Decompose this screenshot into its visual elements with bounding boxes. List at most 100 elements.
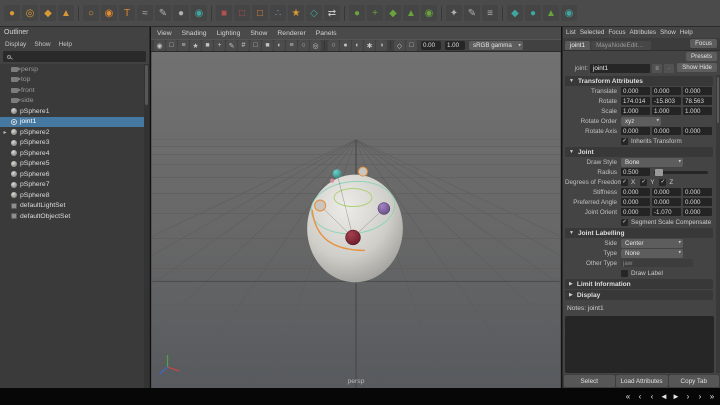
copy-tab-button[interactable]: Copy Tab bbox=[669, 375, 720, 387]
outliner-item-psphere3[interactable]: pSphere3 bbox=[0, 138, 144, 149]
value-field[interactable]: 1.000 bbox=[683, 107, 712, 115]
value-field[interactable]: 0.000 bbox=[621, 208, 650, 216]
grid-toggle-icon[interactable]: # bbox=[238, 40, 249, 51]
red-cage-icon[interactable]: □ bbox=[234, 5, 250, 21]
outliner-item-psphere7[interactable]: pSphere7 bbox=[0, 180, 144, 191]
outliner-item-psphere2[interactable]: ▸pSphere2 bbox=[0, 127, 144, 138]
scrollbar-thumb[interactable] bbox=[145, 65, 148, 105]
outliner-item-psphere8[interactable]: pSphere8 bbox=[0, 190, 144, 201]
load-attributes-button[interactable]: Load Attributes bbox=[616, 375, 668, 387]
checkbox-axis-y[interactable]: ✓ bbox=[640, 179, 647, 186]
green-walk-icon[interactable]: ▲ bbox=[543, 5, 559, 21]
value-field[interactable]: 0.000 bbox=[652, 188, 681, 196]
expander-icon[interactable]: ▸ bbox=[2, 129, 8, 136]
checkbox-inherits-transform[interactable]: ✓ bbox=[621, 138, 628, 145]
go-to-end-button[interactable]: » bbox=[707, 391, 717, 403]
camera-select-icon[interactable]: ◉ bbox=[154, 40, 165, 51]
viewport-menu-renderer[interactable]: Renderer bbox=[277, 30, 305, 37]
checkbox-axis-z[interactable]: ✓ bbox=[659, 179, 666, 186]
value-field[interactable]: 0.000 bbox=[683, 188, 712, 196]
bookmarks-icon[interactable]: ★ bbox=[190, 40, 201, 51]
teal-sphere-icon[interactable]: ◉ bbox=[191, 5, 207, 21]
ae-menu-help[interactable]: Help bbox=[680, 29, 693, 36]
green-constraint-icon[interactable]: ◉ bbox=[421, 5, 437, 21]
step-forward-key-button[interactable]: › bbox=[695, 391, 705, 403]
outliner-search-field[interactable] bbox=[3, 51, 146, 62]
right-eye-sphere[interactable] bbox=[378, 203, 390, 215]
grease-pencil-icon[interactable]: ✎ bbox=[226, 40, 237, 51]
node-menu-icon[interactable]: ≡ bbox=[652, 64, 662, 73]
node-name-field[interactable]: joint1 bbox=[590, 64, 650, 73]
checkbox-axis-x[interactable]: ✓ bbox=[621, 179, 628, 186]
ruler-tool-icon[interactable]: ≡ bbox=[482, 5, 498, 21]
viewport-menu-show[interactable]: Show bbox=[250, 30, 267, 37]
view-transform-select[interactable]: sRGB gamma▾ bbox=[469, 41, 523, 50]
ae-scrollbar[interactable] bbox=[716, 75, 720, 373]
lighting-mode-icon[interactable]: ✱ bbox=[364, 40, 375, 51]
value-field[interactable]: 0.000 bbox=[621, 198, 650, 206]
gold-star-icon[interactable]: ★ bbox=[288, 5, 304, 21]
gray-sphere-icon[interactable]: ● bbox=[173, 5, 189, 21]
orange-cage-icon[interactable]: □ bbox=[252, 5, 268, 21]
draw-style-dropdown[interactable]: Bone▾ bbox=[621, 158, 683, 167]
teal-rig-icon[interactable]: ◆ bbox=[507, 5, 523, 21]
step-back-key-button[interactable]: ‹ bbox=[635, 391, 645, 403]
curve-tool-icon[interactable]: ≈ bbox=[137, 5, 153, 21]
top-left-blob[interactable] bbox=[333, 169, 342, 178]
outliner-item-persp[interactable]: persp bbox=[0, 64, 144, 75]
radius-slider[interactable] bbox=[654, 171, 708, 174]
isolate-select-icon[interactable]: □ bbox=[406, 40, 417, 51]
value-field[interactable]: 0.000 bbox=[683, 198, 712, 206]
outliner-item-front[interactable]: front bbox=[0, 85, 144, 96]
safe-action-icon[interactable]: ○ bbox=[298, 40, 309, 51]
value-field[interactable]: 0.500 bbox=[621, 168, 650, 176]
green-ik-handle-icon[interactable]: ◆ bbox=[385, 5, 401, 21]
textured-mode-icon[interactable]: ◐ bbox=[352, 40, 363, 51]
value-field[interactable]: -1.070 bbox=[652, 208, 681, 216]
outliner-menu-show[interactable]: Show bbox=[34, 41, 50, 48]
value-field[interactable]: 0.000 bbox=[621, 87, 650, 95]
value-field[interactable]: 1.000 bbox=[652, 107, 681, 115]
wireframe-mode-icon[interactable]: ○ bbox=[328, 40, 339, 51]
safe-title-icon[interactable]: ◎ bbox=[310, 40, 321, 51]
node-pin-icon[interactable]: · bbox=[664, 64, 674, 73]
ae-menu-list[interactable]: List bbox=[566, 29, 576, 36]
shadows-icon[interactable]: ◑ bbox=[376, 40, 387, 51]
outliner-menu-display[interactable]: Display bbox=[5, 41, 26, 48]
outliner-item-psphere1[interactable]: pSphere1 bbox=[0, 106, 144, 117]
ae-menu-focus[interactable]: Focus bbox=[608, 29, 625, 36]
play-backwards-button[interactable]: ◄ bbox=[659, 391, 669, 403]
scrollbar-thumb[interactable] bbox=[717, 77, 719, 123]
green-character-icon[interactable]: ● bbox=[349, 5, 365, 21]
value-field[interactable]: 0.000 bbox=[652, 198, 681, 206]
teal-character-icon[interactable]: ● bbox=[525, 5, 541, 21]
section-limit-information[interactable]: ▶Limit Information bbox=[565, 279, 713, 289]
nurbs-torus-icon[interactable]: ◎ bbox=[22, 5, 38, 21]
select-button[interactable]: Select bbox=[564, 375, 615, 387]
side-dropdown[interactable]: Center▾ bbox=[621, 239, 683, 248]
ae-menu-show[interactable]: Show bbox=[660, 29, 676, 36]
outliner-item-side[interactable]: side bbox=[0, 96, 144, 107]
value-field[interactable]: 0.000 bbox=[652, 127, 681, 135]
section-display[interactable]: ▶Display bbox=[565, 290, 713, 300]
slider-handle[interactable] bbox=[655, 169, 663, 176]
image-plane-icon[interactable]: ■ bbox=[202, 40, 213, 51]
transfer-arrows-icon[interactable]: ⇄ bbox=[324, 5, 340, 21]
wrench-tool-icon[interactable]: ✦ bbox=[446, 5, 462, 21]
green-joint-icon[interactable]: + bbox=[367, 5, 383, 21]
outliner-item-defaultobjectset[interactable]: defaultObjectSet bbox=[0, 211, 144, 222]
teal-hand-icon[interactable]: ◉ bbox=[561, 5, 577, 21]
show-hide-button[interactable]: Show Hide bbox=[677, 63, 717, 72]
center-joint-sphere[interactable] bbox=[346, 230, 361, 245]
top-right-blob[interactable] bbox=[358, 167, 367, 176]
gamma-field[interactable]: 1.00 bbox=[445, 41, 465, 50]
step-forward-frame-button[interactable]: › bbox=[683, 391, 693, 403]
value-field[interactable]: 0.000 bbox=[621, 127, 650, 135]
viewport-menu-view[interactable]: View bbox=[157, 30, 172, 37]
viewport-3d-scene[interactable] bbox=[151, 52, 561, 388]
focus-button[interactable]: Focus bbox=[690, 39, 717, 48]
outliner-item-defaultlightset[interactable]: defaultLightSet bbox=[0, 201, 144, 212]
outliner-item-top[interactable]: top bbox=[0, 75, 144, 86]
ae-menu-attributes[interactable]: Attributes bbox=[629, 29, 656, 36]
text-tool-icon[interactable]: T bbox=[119, 5, 135, 21]
